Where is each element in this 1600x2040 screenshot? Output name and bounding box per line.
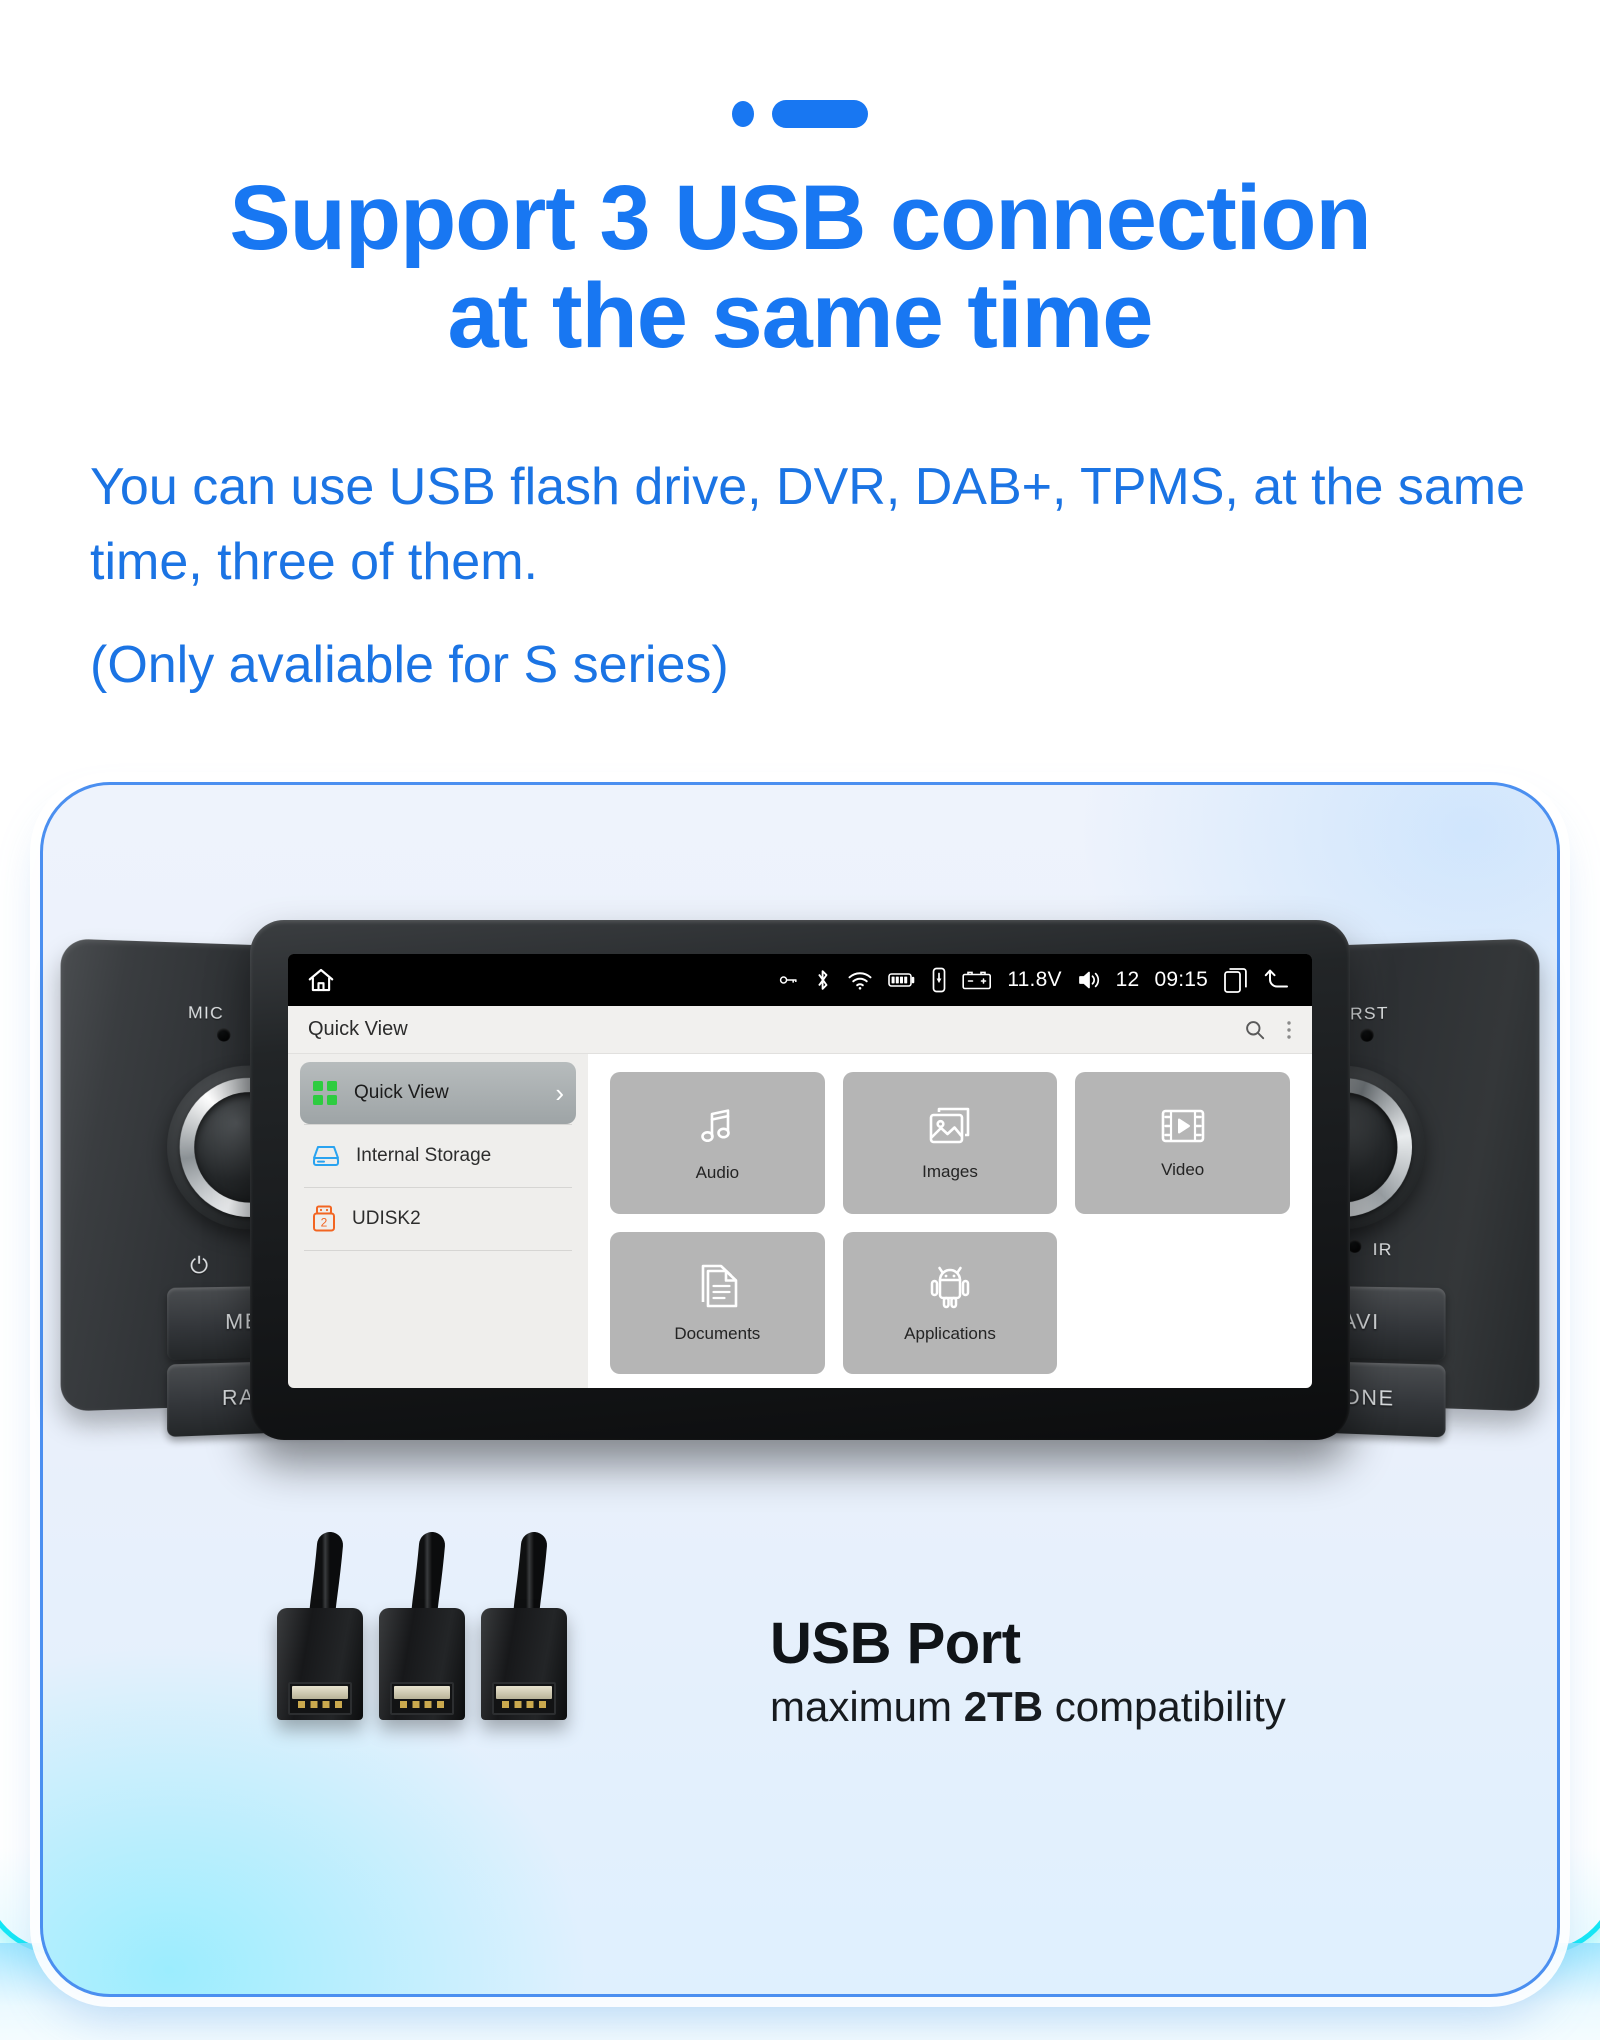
content-area: Audio Images Video Documents Application…	[588, 1054, 1312, 1388]
key-icon	[779, 973, 799, 987]
sidebar-item-label: Internal Storage	[356, 1145, 492, 1166]
usb-port-opening	[288, 1682, 352, 1715]
tile-label: Documents	[674, 1324, 761, 1343]
usb-tongue	[292, 1686, 348, 1699]
power-icon: ⏻	[190, 1252, 210, 1279]
back-icon[interactable]	[1264, 966, 1294, 994]
usb-tongue	[394, 1686, 450, 1699]
photo-icon	[926, 1104, 974, 1148]
sidebar-item-quick-view[interactable]: Quick View ›	[300, 1062, 576, 1124]
usb-subtitle-capacity: 2TB	[963, 1683, 1044, 1730]
status-icons-group: 11.8V 12 09:15	[779, 966, 1294, 994]
file-manager-body: Quick View › Internal Storage 2 UDISK2 A…	[288, 1054, 1312, 1388]
usb-drive-2-icon: 2	[312, 1205, 336, 1233]
car-head-unit: MIC ⏻ VOL MENU RADIO RST TUN IR NAVI PHO…	[60, 920, 1540, 1440]
clock: 09:15	[1154, 968, 1208, 991]
tile-applications[interactable]: Applications	[842, 1232, 1058, 1374]
tile-video[interactable]: Video	[1075, 1072, 1290, 1214]
tile-label: Audio	[695, 1163, 740, 1182]
subtitle-note: (Only avaliable for S series)	[90, 635, 729, 694]
usb-pins	[502, 1701, 546, 1708]
usb-subtitle-pre: maximum	[770, 1683, 964, 1730]
usb-pins	[400, 1701, 444, 1708]
ir-label: IR	[1372, 1239, 1393, 1260]
file-manager-app-bar: Quick View	[288, 1006, 1312, 1054]
usb-connector-2	[379, 1608, 465, 1720]
page-title: Support 3 USB connection at the same tim…	[0, 167, 1600, 367]
voltage-value: 11.8V	[1007, 968, 1062, 991]
decorative-dot	[732, 101, 754, 127]
svg-text:2: 2	[321, 1216, 328, 1230]
android-status-bar: 11.8V 12 09:15	[288, 954, 1312, 1006]
app-bar-actions	[1244, 1019, 1292, 1041]
tile-label: Images	[922, 1162, 978, 1181]
usb-port-subtitle: maximum 2TB compatibility	[770, 1683, 1470, 1731]
home-icon[interactable]	[306, 965, 336, 995]
usb-connector-3	[481, 1608, 567, 1720]
decorative-pill	[772, 100, 868, 128]
film-play-icon	[1159, 1106, 1207, 1146]
volume-value: 12	[1115, 968, 1140, 991]
usb-port-opening	[390, 1682, 454, 1715]
tile-images[interactable]: Images	[842, 1072, 1058, 1214]
screen-bezel: 11.8V 12 09:15 Quick View Quick View › I…	[250, 920, 1350, 1440]
documents-icon	[695, 1262, 739, 1310]
chevron-right-icon: ›	[555, 1078, 564, 1108]
touchscreen[interactable]: 11.8V 12 09:15 Quick View Quick View › I…	[288, 954, 1312, 1388]
usb-drive-icon	[931, 967, 947, 993]
reset-hole	[1360, 1028, 1374, 1042]
search-icon[interactable]	[1244, 1019, 1266, 1041]
subtitle-block: You can use USB flash drive, DVR, DAB+, …	[90, 450, 1530, 703]
grid-icon	[312, 1080, 338, 1106]
mic-label: MIC	[187, 1002, 225, 1024]
mic-hole	[217, 1028, 231, 1042]
headline-line-2: at the same time	[447, 264, 1154, 367]
sidebar-item-internal-storage[interactable]: Internal Storage	[300, 1125, 576, 1187]
usb-connector-1	[277, 1608, 363, 1720]
music-note-icon	[694, 1103, 740, 1149]
usb-pins	[298, 1701, 342, 1708]
rst-label: RST	[1350, 1003, 1389, 1024]
headline-line-1: Support 3 USB connection	[229, 167, 1371, 269]
subtitle-paragraph: You can use USB flash drive, DVR, DAB+, …	[90, 458, 1526, 591]
volume-icon	[1077, 969, 1101, 991]
sidebar-item-udisk2[interactable]: 2 UDISK2	[300, 1188, 576, 1250]
decorative-mark	[0, 100, 1600, 128]
usb-subtitle-post: compatibility	[1043, 1683, 1286, 1730]
wifi-icon	[847, 970, 873, 990]
tile-documents[interactable]: Documents	[610, 1232, 825, 1374]
recents-icon[interactable]	[1223, 966, 1249, 994]
sidebar-divider-3	[304, 1250, 572, 1251]
ir-sensor	[1348, 1239, 1362, 1253]
usb-port-title: USB Port	[770, 1611, 1021, 1676]
tile-label: Applications	[904, 1324, 996, 1343]
bluetooth-icon	[814, 967, 832, 993]
usb-port-opening	[492, 1682, 556, 1715]
sidebar-item-label: UDISK2	[352, 1208, 421, 1229]
hard-drive-icon	[312, 1144, 340, 1168]
overflow-menu-icon[interactable]	[1286, 1019, 1292, 1041]
usb-tongue	[496, 1686, 552, 1699]
sidebar-item-label: Quick View	[354, 1082, 449, 1103]
sidebar: Quick View › Internal Storage 2 UDISK2	[288, 1054, 588, 1388]
app-bar-title: Quick View	[308, 1018, 408, 1040]
car-battery-icon	[962, 970, 992, 990]
tile-label: Video	[1161, 1160, 1205, 1179]
battery-icon	[888, 972, 916, 988]
category-tile-grid: Audio Images Video Documents Application…	[610, 1072, 1290, 1374]
android-robot-icon	[927, 1262, 973, 1310]
usb-port-caption: USB Port maximum 2TB compatibility	[770, 1610, 1470, 1731]
tile-audio[interactable]: Audio	[610, 1072, 825, 1214]
